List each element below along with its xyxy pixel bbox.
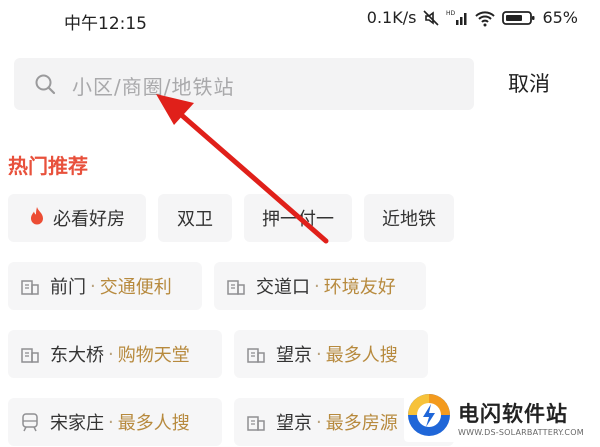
signal-icon: HD xyxy=(446,9,468,27)
building-icon xyxy=(21,348,39,363)
area-tag: 最多人搜 xyxy=(325,345,398,366)
area-name: 交道口 xyxy=(256,277,310,298)
area-tag: 环境友好 xyxy=(323,277,396,298)
tag-chip-label: 押一付一 xyxy=(262,209,334,230)
area-card[interactable]: 望京 · 最多人搜 xyxy=(234,330,428,378)
area-name: 东大桥 xyxy=(50,345,104,366)
status-bar: 中午12:15 0.1K/s HD 65% xyxy=(0,0,600,40)
watermark-url: WWW.DS-SOLARBATTERY.COM xyxy=(458,427,584,437)
tag-chip-must-see[interactable]: 必看好房 xyxy=(8,194,146,242)
tag-chip-label: 近地铁 xyxy=(382,209,436,230)
tag-chip-double-bath[interactable]: 双卫 xyxy=(158,194,232,242)
net-speed: 0.1K/s xyxy=(366,8,417,27)
tag-chip-near-subway[interactable]: 近地铁 xyxy=(364,194,454,242)
area-tag: 购物天堂 xyxy=(117,345,190,366)
watermark: 电闪软件站 WWW.DS-SOLARBATTERY.COM xyxy=(404,392,592,442)
area-name: 前门 xyxy=(50,277,86,298)
building-icon xyxy=(227,280,245,295)
lightning-logo-icon xyxy=(406,392,452,442)
tag-chip-label: 双卫 xyxy=(177,209,213,230)
fire-icon xyxy=(29,206,45,231)
cancel-button[interactable]: 取消 xyxy=(508,68,550,98)
wifi-icon xyxy=(474,9,496,27)
area-tag: 最多房源 xyxy=(325,413,398,434)
svg-text:HD: HD xyxy=(446,10,456,17)
separator-dot: · xyxy=(108,343,114,365)
subway-icon xyxy=(22,413,38,432)
section-title: 热门推荐 xyxy=(8,154,88,178)
building-icon xyxy=(247,348,265,363)
battery-level: 65% xyxy=(542,8,578,27)
status-indicators: 0.1K/s HD 65% xyxy=(367,8,578,27)
area-card[interactable]: 交道口 · 环境友好 xyxy=(214,262,426,310)
tag-chip-label: 必看好房 xyxy=(53,209,125,230)
separator-dot: · xyxy=(314,275,320,297)
tag-chip-deposit[interactable]: 押一付一 xyxy=(244,194,352,242)
search-input[interactable]: 小区/商圈/地铁站 xyxy=(14,58,474,110)
building-icon xyxy=(21,280,39,295)
building-icon xyxy=(247,416,265,431)
area-tag: 最多人搜 xyxy=(117,413,190,434)
area-card[interactable]: 前门 · 交通便利 xyxy=(8,262,202,310)
separator-dot: · xyxy=(316,411,322,433)
mute-icon xyxy=(422,9,440,27)
area-name: 宋家庄 xyxy=(50,413,104,434)
separator-dot: · xyxy=(90,275,96,297)
separator-dot: · xyxy=(316,343,322,365)
watermark-title: 电闪软件站 xyxy=(458,401,568,426)
area-name: 望京 xyxy=(276,345,312,366)
battery-icon xyxy=(502,9,536,27)
area-card[interactable]: 东大桥 · 购物天堂 xyxy=(8,330,222,378)
area-name: 望京 xyxy=(276,413,312,434)
area-tag: 交通便利 xyxy=(99,277,172,298)
status-time: 中午12:15 xyxy=(64,14,147,34)
search-placeholder: 小区/商圈/地铁站 xyxy=(72,75,235,99)
search-icon xyxy=(34,73,56,99)
separator-dot: · xyxy=(108,411,114,433)
area-card[interactable]: 宋家庄 · 最多人搜 xyxy=(8,398,222,446)
